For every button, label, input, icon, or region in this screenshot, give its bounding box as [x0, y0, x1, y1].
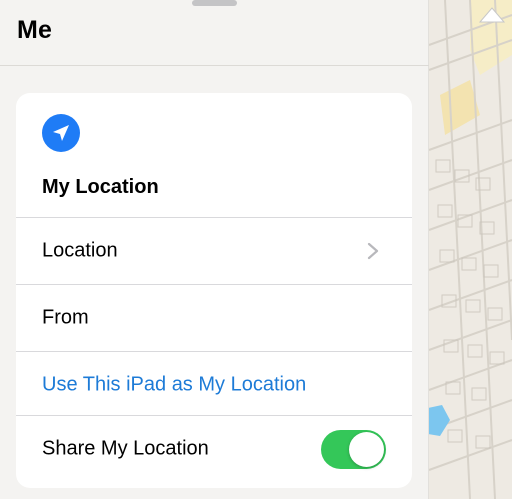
location-row[interactable]: Location	[16, 217, 412, 283]
use-this-ipad-link[interactable]: Use This iPad as My Location	[42, 373, 306, 396]
share-my-location-row: Share My Location	[16, 415, 412, 481]
location-row-label: Location	[42, 239, 118, 261]
use-this-ipad-row[interactable]: Use This iPad as My Location	[16, 351, 412, 417]
toggle-knob	[349, 432, 384, 467]
location-arrow-icon	[42, 114, 80, 152]
title-divider	[0, 65, 429, 66]
location-arrow-glyph	[53, 125, 69, 141]
my-location-card: My Location Location From Use This iPad …	[16, 93, 412, 488]
sheet-title: Me	[17, 16, 53, 44]
share-my-location-toggle[interactable]	[321, 430, 386, 469]
chevron-right-icon	[367, 242, 379, 259]
sheet-grabber-handle[interactable]	[192, 0, 237, 6]
me-sheet: Me My Location Location From Use This iP…	[0, 0, 429, 499]
card-heading: My Location	[42, 176, 159, 198]
share-my-location-label: Share My Location	[42, 437, 209, 459]
from-row-label: From	[42, 306, 89, 328]
from-row[interactable]: From	[16, 284, 412, 350]
